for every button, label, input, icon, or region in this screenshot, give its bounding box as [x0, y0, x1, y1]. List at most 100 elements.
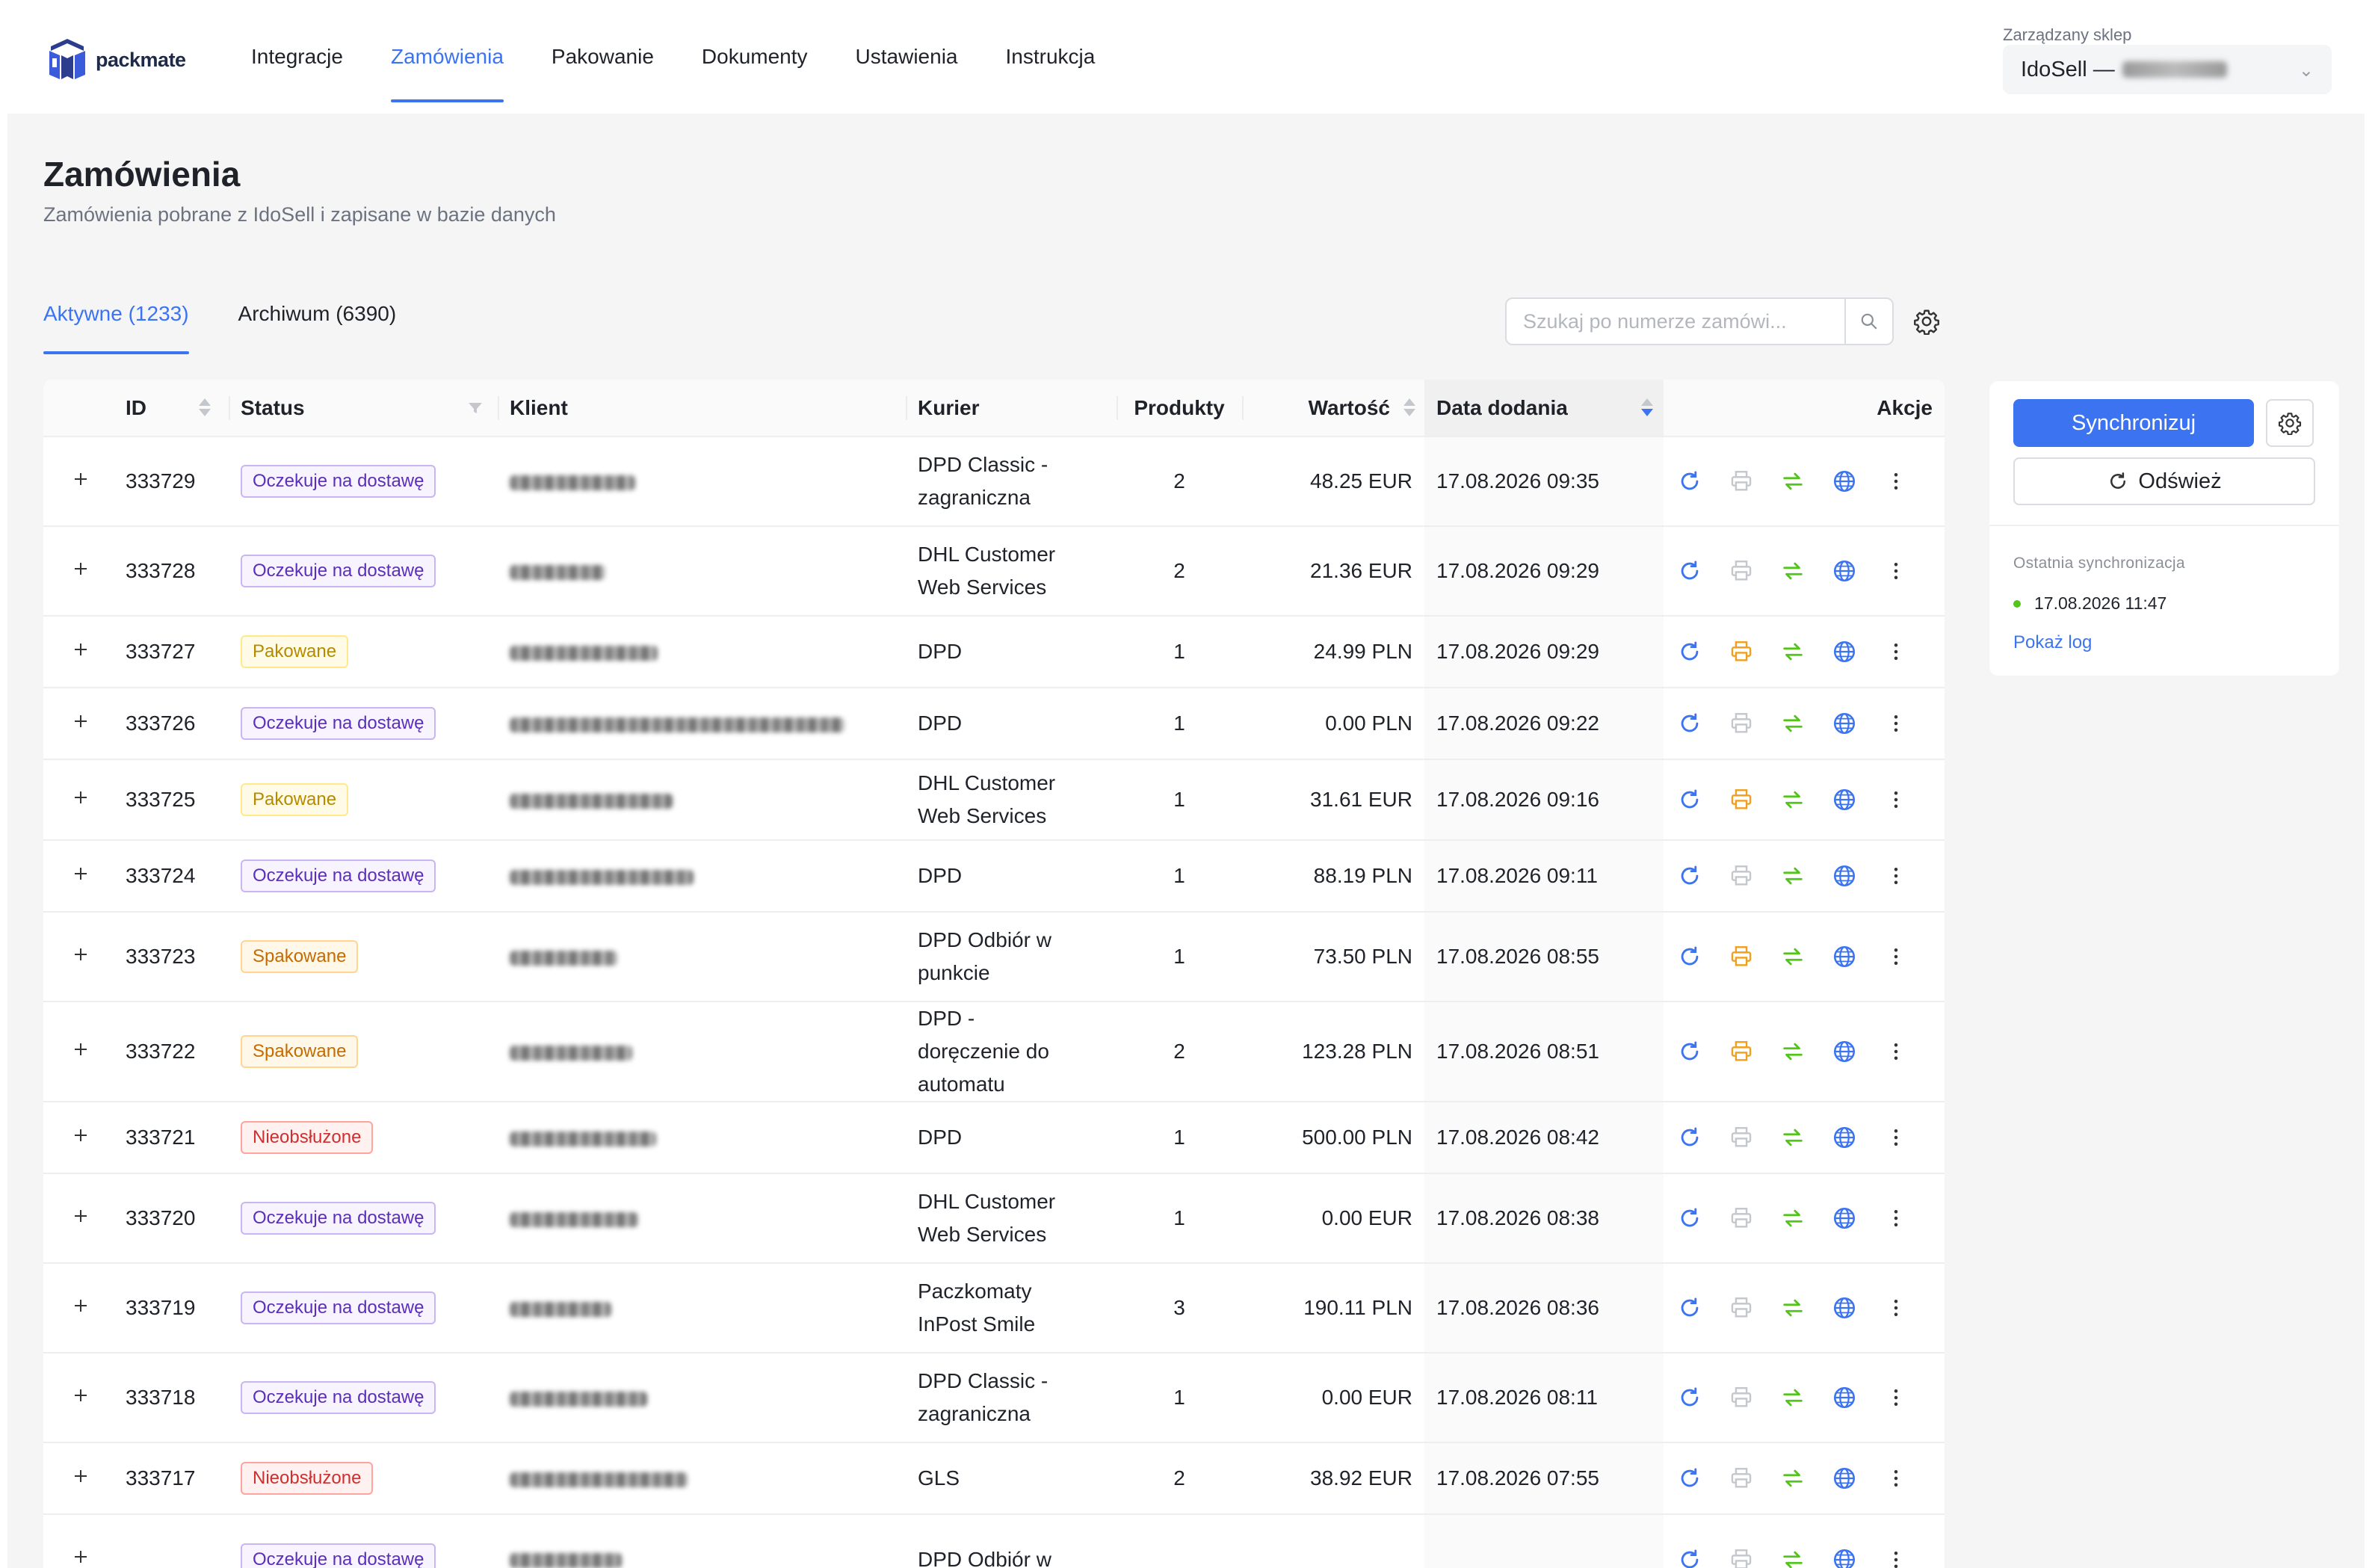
expand-plus-icon[interactable] — [70, 1466, 91, 1487]
print-icon[interactable] — [1715, 1543, 1767, 1568]
resync-order-icon[interactable] — [1664, 635, 1715, 668]
transfer-arrows-icon[interactable] — [1767, 465, 1818, 498]
globe-icon[interactable] — [1819, 1202, 1871, 1235]
resync-order-icon[interactable] — [1664, 1381, 1715, 1414]
more-vertical-icon[interactable] — [1871, 555, 1922, 587]
print-icon[interactable] — [1715, 635, 1767, 668]
expand-plus-icon[interactable] — [70, 711, 91, 732]
store-select[interactable]: IdoSell — ⌄ — [2003, 45, 2332, 94]
transfer-arrows-icon[interactable] — [1767, 859, 1818, 892]
globe-icon[interactable] — [1819, 859, 1871, 892]
resync-order-icon[interactable] — [1664, 1035, 1715, 1068]
expand-plus-icon[interactable] — [70, 944, 91, 965]
more-vertical-icon[interactable] — [1871, 1035, 1922, 1068]
column-header-client[interactable]: Klient — [498, 380, 906, 436]
table-row[interactable]: 333728 Oczekuje na dostawę DHL Customer We… — [43, 525, 1945, 616]
nav-pakowanie[interactable]: Pakowanie — [552, 0, 654, 114]
print-icon[interactable] — [1715, 1121, 1767, 1154]
expand-plus-icon[interactable] — [70, 639, 91, 660]
globe-icon[interactable] — [1819, 465, 1871, 498]
search-input[interactable] — [1523, 306, 1837, 336]
table-row[interactable]: 333725 Pakowane DHL Customer Web Services 1… — [43, 759, 1945, 840]
table-row[interactable]: 333727 Pakowane DPD 1 24.99 PLN 17.08.2026 09… — [43, 615, 1945, 688]
resync-order-icon[interactable] — [1664, 465, 1715, 498]
globe-icon[interactable] — [1819, 1291, 1871, 1324]
table-row[interactable]: 333720 Oczekuje na dostawę DHL Customer We… — [43, 1173, 1945, 1263]
more-vertical-icon[interactable] — [1871, 1202, 1922, 1235]
search-button[interactable] — [1844, 299, 1892, 344]
resync-order-icon[interactable] — [1664, 1543, 1715, 1568]
print-icon[interactable] — [1715, 1035, 1767, 1068]
transfer-arrows-icon[interactable] — [1767, 1121, 1818, 1154]
resync-order-icon[interactable] — [1664, 555, 1715, 587]
print-icon[interactable] — [1715, 555, 1767, 587]
globe-icon[interactable] — [1819, 783, 1871, 816]
table-row[interactable]: 333717 Nieobsłużone GLS 2 38.92 EUR 17.08.202… — [43, 1442, 1945, 1514]
column-header-courier[interactable]: Kurier — [906, 380, 1117, 436]
sort-icon[interactable] — [197, 397, 212, 419]
globe-icon[interactable] — [1819, 1381, 1871, 1414]
globe-icon[interactable] — [1819, 555, 1871, 587]
more-vertical-icon[interactable] — [1871, 1462, 1922, 1495]
show-log-link[interactable]: Pokaż log — [2013, 632, 2092, 653]
globe-icon[interactable] — [1819, 707, 1871, 740]
globe-icon[interactable] — [1819, 1121, 1871, 1154]
table-row[interactable]: 333726 Oczekuje na dostawę DPD 1 0.00 PLN 17.… — [43, 687, 1945, 759]
table-row[interactable]: 333724 Oczekuje na dostawę DPD 1 88.19 PLN 17… — [43, 839, 1945, 912]
filter-icon[interactable] — [466, 399, 484, 417]
more-vertical-icon[interactable] — [1871, 707, 1922, 740]
expand-plus-icon[interactable] — [70, 1125, 91, 1146]
table-row[interactable]: 333721 Nieobsłużone DPD 1 500.00 PLN 17.08.20… — [43, 1101, 1945, 1173]
globe-icon[interactable] — [1819, 1543, 1871, 1568]
column-header-id[interactable]: ID — [126, 380, 229, 436]
print-icon[interactable] — [1715, 1291, 1767, 1324]
transfer-arrows-icon[interactable] — [1767, 1035, 1818, 1068]
more-vertical-icon[interactable] — [1871, 1291, 1922, 1324]
more-vertical-icon[interactable] — [1871, 783, 1922, 816]
expand-plus-icon[interactable] — [70, 1206, 91, 1226]
column-header-status[interactable]: Status — [229, 380, 498, 436]
transfer-arrows-icon[interactable] — [1767, 1543, 1818, 1568]
print-icon[interactable] — [1715, 940, 1767, 973]
nav-instrukcja[interactable]: Instrukcja — [1005, 0, 1095, 114]
resync-order-icon[interactable] — [1664, 1462, 1715, 1495]
logo[interactable]: packmate — [45, 37, 186, 82]
print-icon[interactable] — [1715, 783, 1767, 816]
nav-zamowienia[interactable]: Zamówienia — [390, 0, 504, 114]
print-icon[interactable] — [1715, 1381, 1767, 1414]
transfer-arrows-icon[interactable] — [1767, 1202, 1818, 1235]
expand-plus-icon[interactable] — [70, 1385, 91, 1406]
transfer-arrows-icon[interactable] — [1767, 635, 1818, 668]
resync-order-icon[interactable] — [1664, 1202, 1715, 1235]
expand-plus-icon[interactable] — [70, 1295, 91, 1316]
globe-icon[interactable] — [1819, 1035, 1871, 1068]
column-header-value[interactable]: Wartość — [1242, 380, 1424, 436]
transfer-arrows-icon[interactable] — [1767, 940, 1818, 973]
expand-plus-icon[interactable] — [70, 863, 91, 884]
table-settings-button[interactable] — [1910, 305, 1943, 338]
more-vertical-icon[interactable] — [1871, 635, 1922, 668]
expand-plus-icon[interactable] — [70, 469, 91, 490]
table-row[interactable]: 333729 Oczekuje na dostawę DPD Classic - z… — [43, 436, 1945, 526]
resync-order-icon[interactable] — [1664, 783, 1715, 816]
refresh-button[interactable]: Odśwież — [2013, 457, 2315, 505]
resync-order-icon[interactable] — [1664, 940, 1715, 973]
table-row[interactable]: 333718 Oczekuje na dostawę DPD Classic - z… — [43, 1352, 1945, 1442]
sync-settings-button[interactable] — [2266, 399, 2314, 447]
sort-icon[interactable] — [1402, 397, 1417, 419]
transfer-arrows-icon[interactable] — [1767, 555, 1818, 587]
globe-icon[interactable] — [1819, 940, 1871, 973]
resync-order-icon[interactable] — [1664, 1291, 1715, 1324]
print-icon[interactable] — [1715, 465, 1767, 498]
nav-dokumenty[interactable]: Dokumenty — [702, 0, 808, 114]
expand-plus-icon[interactable] — [70, 1039, 91, 1060]
expand-plus-icon[interactable] — [70, 1546, 91, 1567]
transfer-arrows-icon[interactable] — [1767, 707, 1818, 740]
transfer-arrows-icon[interactable] — [1767, 1291, 1818, 1324]
print-icon[interactable] — [1715, 1462, 1767, 1495]
transfer-arrows-icon[interactable] — [1767, 1381, 1818, 1414]
more-vertical-icon[interactable] — [1871, 1381, 1922, 1414]
resync-order-icon[interactable] — [1664, 1121, 1715, 1154]
column-header-products[interactable]: Produkty — [1117, 380, 1242, 436]
more-vertical-icon[interactable] — [1871, 465, 1922, 498]
